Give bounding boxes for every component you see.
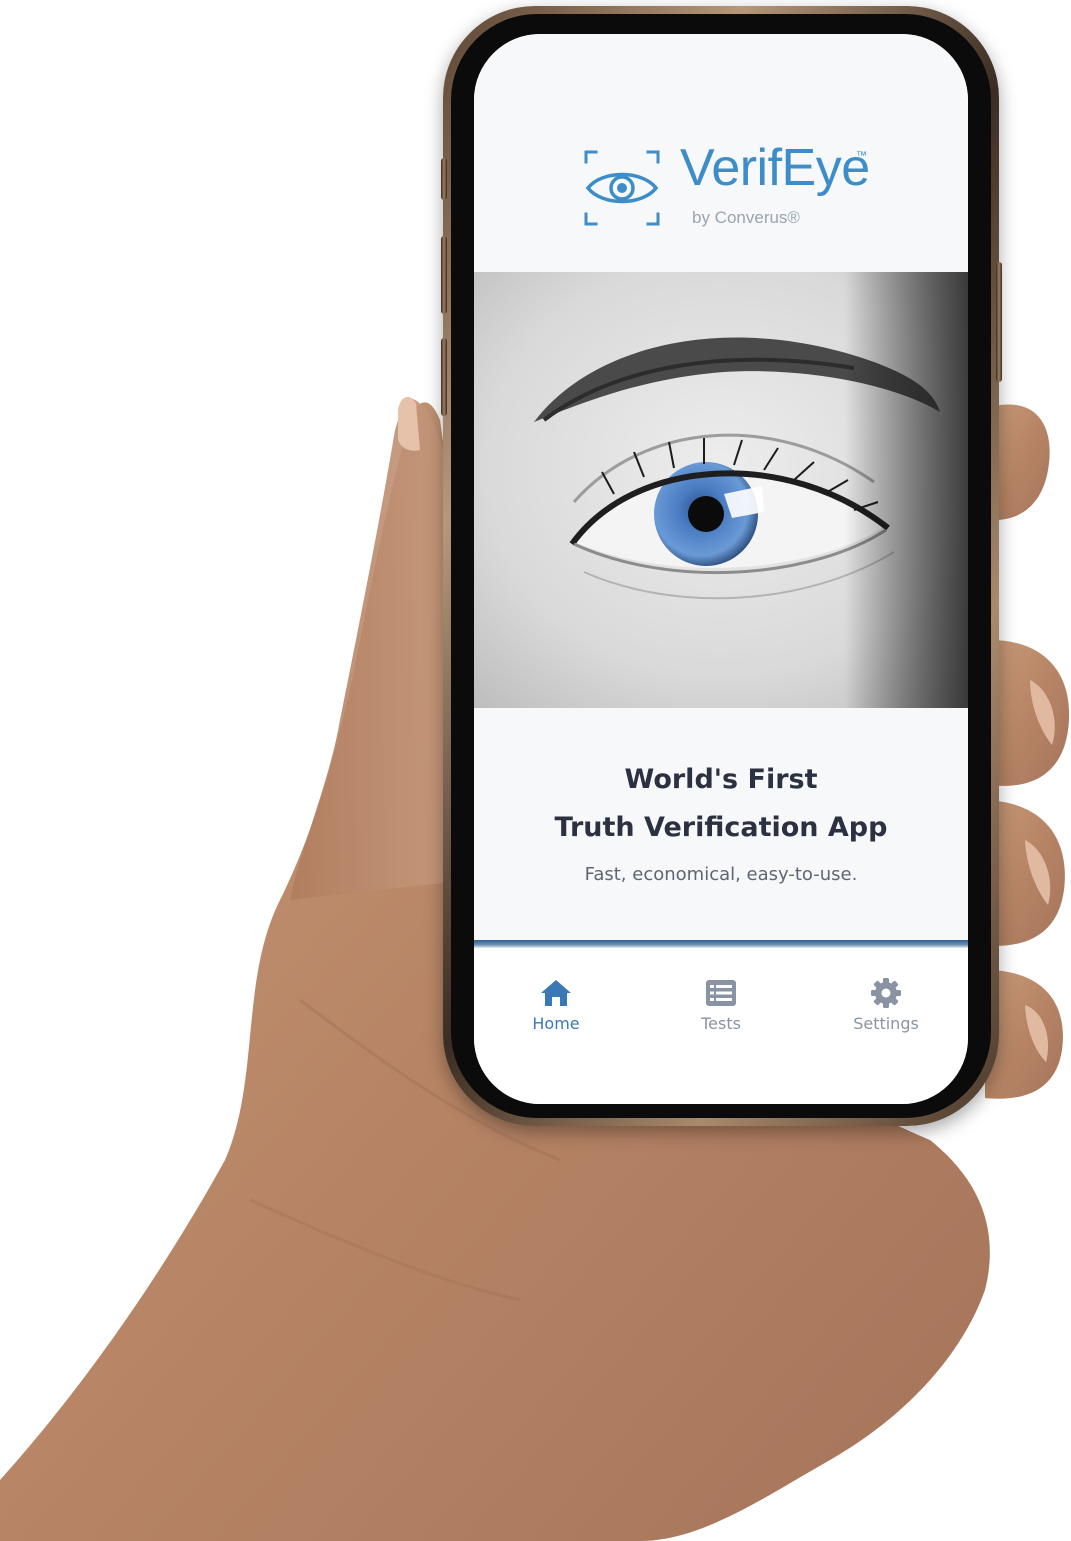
tagline: Fast, economical, easy-to-use. bbox=[584, 864, 858, 885]
hero-eye-image bbox=[474, 272, 968, 708]
app-logo-title: VerifEye bbox=[680, 139, 870, 197]
phone-volume-up-button bbox=[441, 236, 447, 314]
tab-tests-label: Tests bbox=[701, 1014, 741, 1033]
app-logo-trademark: ™ bbox=[856, 150, 867, 162]
phone-side-button bbox=[441, 158, 447, 200]
headline-line-1: World's First bbox=[624, 764, 818, 795]
phone-volume-down-button bbox=[441, 338, 447, 416]
app-header: VerifEye ™ by Converus® bbox=[474, 34, 968, 272]
app-screen: VerifEye ™ by Converus® World's First Tr… bbox=[474, 34, 968, 1104]
list-icon bbox=[706, 980, 736, 1006]
tab-settings-label: Settings bbox=[853, 1014, 919, 1033]
tab-settings[interactable]: Settings bbox=[826, 976, 946, 1046]
gear-icon bbox=[871, 978, 901, 1008]
bottom-tab-bar: Home Tests Settings bbox=[474, 948, 968, 1104]
welcome-section: World's First Truth Verification App Fas… bbox=[474, 708, 968, 942]
headline-line-2: Truth Verification App bbox=[554, 812, 888, 843]
phone-power-button bbox=[996, 262, 1002, 382]
app-logo-byline: by Converus® bbox=[692, 208, 800, 227]
tab-tests[interactable]: Tests bbox=[661, 976, 781, 1046]
eye-logo-icon bbox=[584, 150, 660, 226]
home-icon bbox=[541, 980, 571, 1006]
tab-home-label: Home bbox=[532, 1014, 580, 1033]
tabbar-divider bbox=[474, 940, 968, 948]
tab-home[interactable]: Home bbox=[496, 976, 616, 1046]
stage: VerifEye ™ by Converus® World's First Tr… bbox=[0, 0, 1071, 1541]
